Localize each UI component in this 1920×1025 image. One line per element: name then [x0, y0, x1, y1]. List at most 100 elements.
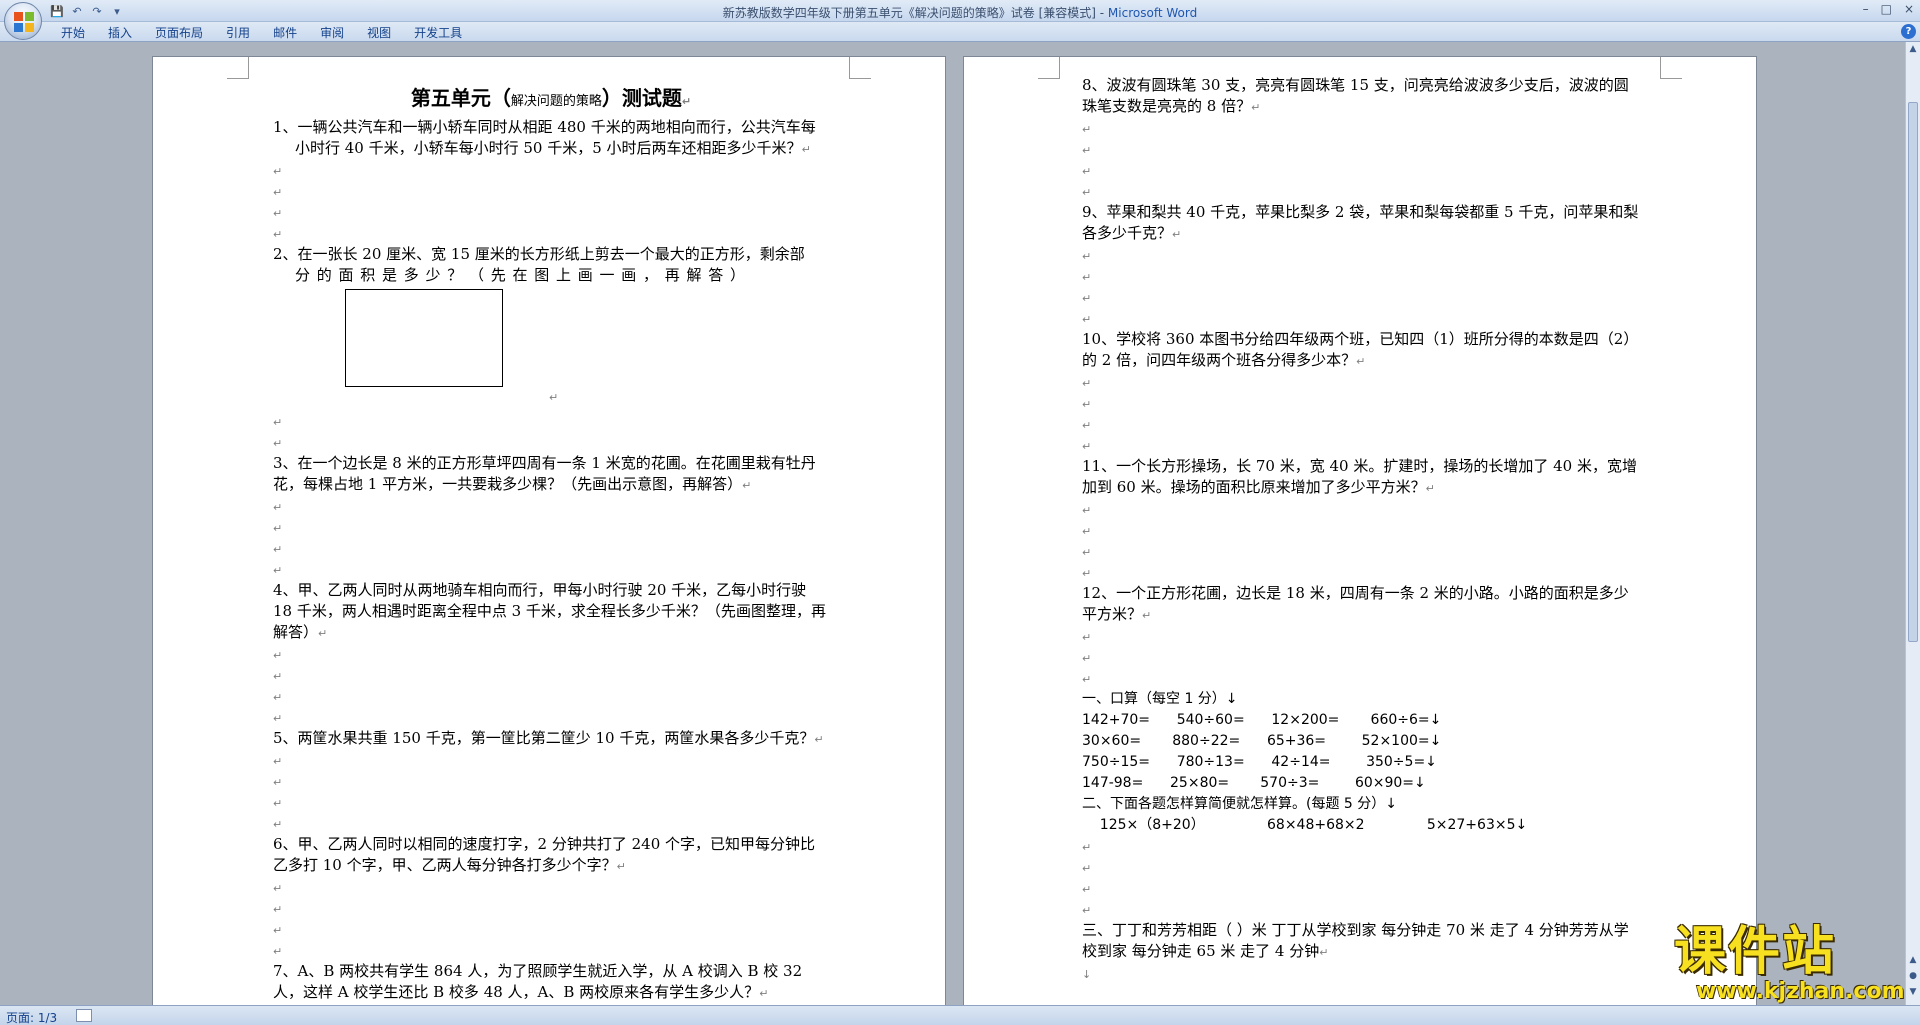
help-icon[interactable]: ? [1901, 24, 1916, 39]
blank-line: ↵ [1082, 313, 1092, 326]
blank-line: ↵ [273, 522, 283, 535]
paragraph-mark: ↵ [681, 95, 692, 108]
page-title: 第五单元（解决问题的策略）测试题↵ [410, 86, 692, 110]
close-button[interactable]: × [1904, 2, 1914, 16]
page-indicator[interactable]: 页面: 1/3 [6, 1009, 57, 1025]
question-7: 7、A、B 两校共有学生 864 人，为了照顾学生就近入学，从 A 校调入 B … [273, 962, 803, 1001]
document-title: 新苏教版数学四年级下册第五单元《解决问题的策略》试卷 [兼容模式] - [722, 6, 1108, 20]
blank-line: ↵ [1082, 440, 1092, 453]
calculation-row: 125×（8+20） 68×48+68×2 5×27+63×5↓ [1082, 817, 1528, 833]
blank-line: ↵ [1082, 904, 1092, 917]
tab-insert[interactable]: 插入 [97, 24, 144, 40]
question-10: 10、学校将 360 本图书分给四年级两个班，已知四（1）班所分得的本数是四（2… [1082, 330, 1639, 369]
blank-line: ↵ [1082, 567, 1092, 580]
ribbon: 开始 插入 页面布局 引用 邮件 审阅 视图 开发工具 ? [0, 22, 1920, 42]
blank-line: ↵ [1082, 186, 1092, 199]
page-1-content: 第五单元（解决问题的策略）测试题↵ 1、一辆公共汽车和一辆小轿车同时从相距 48… [273, 83, 829, 1004]
question-3: 3、在一个边长是 8 米的正方形草坪四周有一条 1 米宽的花圃。在花圃里栽有牡丹… [273, 454, 816, 493]
drawing-rectangle [345, 289, 503, 387]
question-8: 8、波波有圆珠笔 30 支，亮亮有圆珠笔 15 支，问亮亮给波波多少支后，波波的… [1082, 76, 1629, 115]
blank-line: ↵ [273, 797, 283, 810]
blank-line: ↵ [1082, 546, 1092, 559]
ribbon-tabs: 开始 插入 页面布局 引用 邮件 审阅 视图 开发工具 [50, 24, 474, 40]
app-name: Microsoft Word [1107, 6, 1198, 20]
blank-line: ↵ [549, 391, 559, 404]
tab-view[interactable]: 视图 [356, 24, 403, 40]
office-button[interactable] [4, 2, 42, 40]
blank-line: ↵ [1082, 377, 1092, 390]
window-title: 新苏教版数学四年级下册第五单元《解决问题的策略》试卷 [兼容模式] - Micr… [0, 4, 1920, 21]
blank-line: ↵ [1082, 419, 1092, 432]
tab-references[interactable]: 引用 [215, 24, 262, 40]
scroll-up-icon[interactable]: ▲ [1907, 44, 1919, 58]
scrollbar-thumb[interactable] [1908, 102, 1918, 642]
minimize-button[interactable]: – [1863, 2, 1869, 16]
quick-access-toolbar: 💾 ↶ ↷ ▾ [50, 3, 124, 19]
crop-mark [1660, 57, 1682, 79]
proofing-status-icon[interactable] [76, 1009, 92, 1022]
tab-home[interactable]: 开始 [50, 24, 97, 40]
blank-line: ↵ [273, 691, 283, 704]
blank-line: ↵ [273, 924, 283, 937]
select-browse-object-icon[interactable]: ● [1907, 971, 1919, 985]
status-bar: 页面: 1/3 [0, 1005, 1920, 1025]
crop-mark [1038, 57, 1060, 79]
undo-icon[interactable]: ↶ [70, 4, 84, 18]
blank-line: ↵ [273, 501, 283, 514]
previous-page-icon[interactable]: ▲ [1907, 955, 1919, 969]
blank-line: ↵ [273, 755, 283, 768]
tab-developer[interactable]: 开发工具 [403, 24, 474, 40]
blank-line: ↵ [273, 228, 283, 241]
blank-line: ↓ [1082, 968, 1092, 981]
vertical-scrollbar[interactable]: ▲ ▲ ● ▼ [1905, 42, 1920, 1005]
blank-line: ↵ [273, 416, 283, 429]
blank-line: ↵ [1082, 862, 1092, 875]
blank-line: ↵ [273, 712, 283, 725]
question-5: 5、两筐水果共重 150 千克，第一筐比第二筐少 10 千克，两筐水果各多少千克… [273, 729, 824, 747]
blank-line: ↵ [273, 186, 283, 199]
redo-icon[interactable]: ↷ [90, 4, 104, 18]
blank-line: ↵ [273, 437, 283, 450]
blank-line: ↵ [1082, 525, 1092, 538]
document-workspace[interactable]: 第五单元（解决问题的策略）测试题↵ 1、一辆公共汽车和一辆小轿车同时从相距 48… [0, 42, 1905, 1005]
crop-mark [849, 57, 871, 79]
blank-line: ↵ [273, 670, 283, 683]
blank-line: ↵ [273, 818, 283, 831]
tab-mailings[interactable]: 邮件 [262, 24, 309, 40]
watermark-text: 课件站 [1674, 922, 1837, 982]
maximize-button[interactable]: □ [1881, 2, 1892, 16]
next-page-icon[interactable]: ▼ [1907, 987, 1919, 1001]
blank-line: ↵ [273, 903, 283, 916]
question-2: 2、在一张长 20 厘米、宽 15 厘米的长方形纸上剪去一个最大的正方形，剩余部… [273, 245, 805, 284]
blank-line: ↵ [273, 882, 283, 895]
window-controls: – □ × [1863, 2, 1914, 16]
blank-line: ↵ [1082, 673, 1092, 686]
blank-line: ↵ [273, 165, 283, 178]
blank-line: ↵ [1082, 123, 1092, 136]
blank-line: ↵ [1082, 250, 1092, 263]
tab-page-layout[interactable]: 页面布局 [144, 24, 215, 40]
blank-line: ↵ [273, 776, 283, 789]
blank-line: ↵ [1082, 504, 1092, 517]
customize-qat-icon[interactable]: ▾ [110, 4, 124, 18]
blank-line: ↵ [273, 564, 283, 577]
document-page-1[interactable]: 第五单元（解决问题的策略）测试题↵ 1、一辆公共汽车和一辆小轿车同时从相距 48… [152, 56, 946, 1005]
section-simplify-heading: 二、下面各题怎样算简便就怎样算。(每题 5 分）↓ [1082, 796, 1397, 812]
document-page-2[interactable]: 8、波波有圆珠笔 30 支，亮亮有圆珠笔 15 支，问亮亮给波波多少支后，波波的… [963, 56, 1757, 1005]
blank-line: ↵ [273, 207, 283, 220]
blank-line: ↵ [273, 945, 283, 958]
page-2-content: 8、波波有圆珠笔 30 支，亮亮有圆珠笔 15 支，问亮亮给波波多少支后，波波的… [1082, 75, 1642, 984]
arithmetic-row: 142+70= 540÷60= 12×200= 660÷6=↓ [1082, 712, 1442, 728]
arithmetic-row: 30×60= 880÷22= 65+36= 52×100=↓ [1082, 733, 1442, 749]
save-icon[interactable]: 💾 [50, 4, 64, 18]
question-4: 4、甲、乙两人同时从两地骑车相向而行，甲每小时行驶 20 千米，乙每小时行驶 1… [273, 581, 826, 641]
crop-mark [227, 57, 249, 79]
blank-line: ↵ [1082, 883, 1092, 896]
arithmetic-row: 147-98= 25×80= 570÷3= 60×90=↓ [1082, 775, 1426, 791]
blank-line: ↵ [273, 543, 283, 556]
question-12: 12、一个正方形花圃，边长是 18 米，四周有一条 2 米的小路。小路的面积是多… [1082, 584, 1629, 623]
question-6: 6、甲、乙两人同时以相同的速度打字，2 分钟共打了 240 个字，已知甲每分钟比… [273, 835, 816, 874]
arithmetic-row: 750÷15= 780÷13= 42÷14= 350÷5=↓ [1082, 754, 1437, 770]
section-3-problem: 三、丁丁和芳芳相距（ ）米 丁丁从学校到家 每分钟走 70 米 走了 4 分钟芳… [1082, 921, 1629, 960]
tab-review[interactable]: 审阅 [309, 24, 356, 40]
